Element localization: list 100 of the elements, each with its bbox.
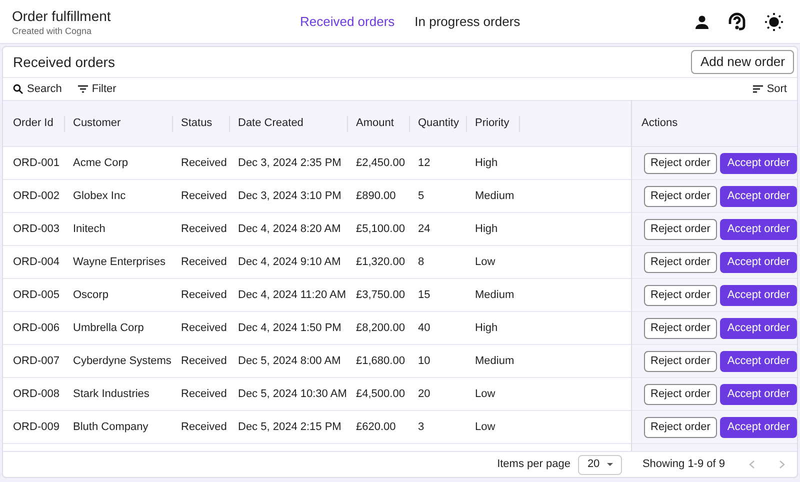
table-cell: High (475, 322, 498, 334)
table-cell: Low (475, 256, 496, 268)
reject-order-button[interactable]: Reject order (644, 318, 718, 338)
search-button[interactable]: Search (13, 80, 62, 98)
reject-order-button[interactable]: Reject order (644, 284, 718, 306)
reject-order-button[interactable]: Reject order (644, 416, 718, 438)
app-subtitle: Created with Cogna (12, 24, 93, 36)
table-cell: Dec 5, 2024 8:00 AM (238, 354, 341, 367)
table-cell: Globex Inc (73, 190, 126, 202)
table-cell: Wayne Enterprises (73, 256, 166, 268)
table-cell: £890.00 (356, 190, 396, 202)
table-cell: ORD-005 (13, 288, 60, 301)
table-cell: Dec 3, 2024 3:10 PM (238, 190, 342, 202)
table-cell: 15 (418, 288, 430, 301)
table-cell: £620.00 (356, 420, 396, 433)
table-cell: ORD-006 (13, 322, 60, 334)
table-cell: 5 (418, 190, 424, 202)
table-cell: £4,500.00 (356, 388, 405, 400)
nav-tab[interactable]: In progress orders (414, 12, 520, 32)
accept-order-button[interactable]: Accept order (720, 318, 797, 338)
table-cell: £3,750.00 (356, 288, 405, 301)
table-cell: 10 (418, 354, 430, 367)
table-cell: Received (181, 354, 227, 367)
app-title: Order fulfillment (12, 6, 111, 24)
reject-order-button[interactable]: Reject order (644, 152, 718, 174)
table-cell: 3 (418, 420, 424, 433)
items-per-page-label: Items per page (497, 457, 570, 472)
column-header[interactable]: Date Created (230, 115, 304, 132)
table-cell: Received (181, 322, 227, 334)
column-header[interactable]: Status (173, 115, 212, 132)
table-cell: Dec 4, 2024 1:50 PM (238, 322, 342, 334)
filter-icon (78, 85, 88, 93)
table-cell: Medium (475, 354, 514, 367)
column-header[interactable]: Order Id (3, 115, 54, 132)
table-cell: Received (181, 388, 227, 400)
sort-icon (752, 85, 763, 93)
reject-order-button[interactable]: Reject order (644, 350, 718, 372)
column-header[interactable]: Amount (348, 115, 394, 132)
accept-order-button[interactable]: Accept order (720, 218, 797, 240)
table-cell: £1,320.00 (356, 256, 405, 268)
reject-order-button[interactable]: Reject order (644, 252, 718, 272)
table-cell: 8 (418, 256, 424, 268)
reject-order-button[interactable]: Reject order (644, 218, 718, 240)
table-cell: 20 (418, 388, 430, 400)
add-order-button[interactable]: Add new order (691, 50, 794, 74)
help-icon[interactable] (726, 10, 748, 32)
table-cell: ORD-004 (13, 256, 60, 268)
filter-button[interactable]: Filter (78, 80, 116, 98)
pagination-status: Showing 1-9 of 9 (642, 457, 725, 472)
column-header[interactable]: Priority (467, 115, 510, 132)
table-cell: Low (475, 388, 496, 400)
accept-order-button[interactable]: Accept order (720, 416, 797, 438)
table-cell: Medium (475, 288, 514, 301)
accept-order-button[interactable]: Accept order (720, 186, 797, 206)
table-cell: £5,100.00 (356, 222, 405, 235)
panel-title: Received orders (13, 52, 115, 72)
table-cell: Stark Industries (73, 388, 150, 400)
table-cell: Umbrella Corp (73, 322, 144, 334)
table-cell: 12 (418, 156, 430, 169)
table-cell: ORD-001 (13, 156, 60, 169)
user-icon[interactable] (694, 14, 710, 30)
table-cell: ORD-009 (13, 420, 60, 433)
table-cell: Dec 5, 2024 2:15 PM (238, 420, 342, 433)
sun-icon[interactable] (764, 12, 784, 32)
table-cell: £8,200.00 (356, 322, 405, 334)
table-cell: Oscorp (73, 288, 108, 301)
accept-order-button[interactable]: Accept order (720, 384, 797, 404)
items-per-page-select[interactable]: 20 (578, 454, 622, 474)
table-cell: Received (181, 256, 227, 268)
table-cell: Low (475, 420, 496, 433)
table-cell: Received (181, 190, 227, 202)
table-cell: Received (181, 288, 227, 301)
table-cell: Bluth Company (73, 420, 148, 433)
accept-order-button[interactable]: Accept order (720, 284, 797, 306)
table-cell: ORD-007 (13, 354, 60, 367)
table-cell: £1,680.00 (356, 354, 405, 367)
table-cell: Received (181, 420, 227, 433)
column-header: Actions (642, 117, 678, 130)
caret-icon (607, 462, 614, 466)
table-cell: Dec 3, 2024 2:35 PM (238, 156, 342, 169)
table-cell: Dec 4, 2024 8:20 AM (238, 222, 341, 235)
nav-tab[interactable]: Received orders (300, 12, 395, 32)
accept-order-button[interactable]: Accept order (720, 350, 797, 372)
reject-order-button[interactable]: Reject order (644, 384, 718, 404)
table-cell: Cyberdyne Systems (73, 354, 172, 367)
accept-order-button[interactable]: Accept order (720, 252, 797, 272)
table-cell: 40 (418, 322, 430, 334)
sort-button[interactable]: Sort (752, 80, 787, 98)
table-cell: Initech (73, 222, 106, 235)
table-cell: Received (181, 222, 227, 235)
reject-order-button[interactable]: Reject order (644, 186, 718, 206)
table-cell: Dec 5, 2024 10:30 AM (238, 388, 347, 400)
table-cell: Acme Corp (73, 156, 128, 169)
table-cell: ORD-002 (13, 190, 60, 202)
column-header[interactable]: Customer (65, 115, 121, 132)
table-cell: Dec 4, 2024 11:20 AM (238, 288, 346, 301)
table-cell: £2,450.00 (356, 156, 405, 169)
column-header[interactable]: Quantity (410, 115, 459, 132)
accept-order-button[interactable]: Accept order (720, 152, 797, 174)
table-cell: High (475, 156, 498, 169)
